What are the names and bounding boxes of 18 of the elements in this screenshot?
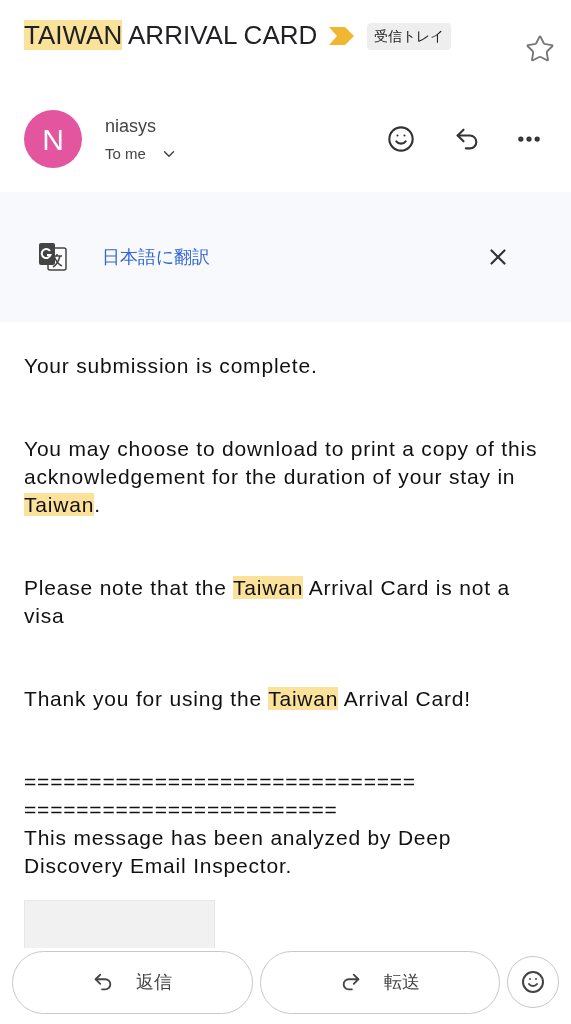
star-icon[interactable] [525, 34, 555, 64]
smiley-icon [521, 970, 546, 994]
message-paragraph: You may choose to download to print a copy of this acknowledgement for the duration of your stay in Taiwan. [24, 436, 539, 518]
message-paragraph: Your submission is complete. [24, 353, 319, 379]
separator-line: ============================== [24, 769, 417, 795]
sender-avatar: N [24, 110, 82, 168]
emoji-reaction-icon[interactable] [387, 125, 415, 153]
translate-link[interactable]: 日本語に翻訳 [102, 243, 210, 271]
message-paragraph: Thank you for using the Taiwan Arrival Card! [24, 686, 472, 712]
inbox-label[interactable]: 受信トレイ [367, 23, 452, 50]
sender-name: niasys [105, 114, 158, 138]
message-paragraph: Please note that the Taiwan Arrival Card is not a visa [24, 575, 511, 629]
recipient-dropdown[interactable]: To me [105, 142, 178, 166]
email-subject: TAIWAN ARRIVAL CARD [24, 19, 318, 52]
separator-line: ======================== [24, 797, 339, 823]
translate-icon [38, 242, 68, 272]
importance-marker-icon[interactable] [329, 25, 356, 47]
analysis-notice: This message has been analyzed by Deep Discovery Email Inspector. [24, 825, 453, 879]
